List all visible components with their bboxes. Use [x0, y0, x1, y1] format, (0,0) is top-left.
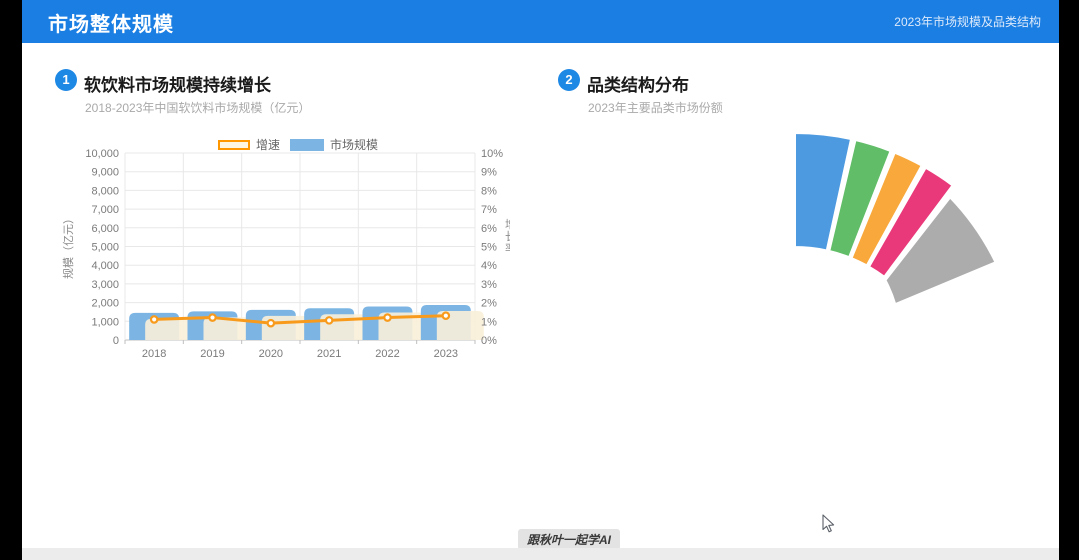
section-1-badge: 1 [55, 69, 77, 91]
svg-text:6%: 6% [481, 223, 497, 235]
svg-text:增长率: 增长率 [505, 217, 510, 255]
svg-text:2,000: 2,000 [91, 298, 119, 310]
svg-text:2021: 2021 [317, 348, 341, 360]
svg-text:0%: 0% [481, 335, 497, 347]
svg-text:10,000: 10,000 [85, 148, 119, 160]
svg-text:规模（亿元）: 规模（亿元） [61, 213, 75, 279]
svg-text:0: 0 [113, 335, 119, 347]
svg-text:2023: 2023 [434, 348, 458, 360]
svg-text:9,000: 9,000 [91, 167, 119, 179]
svg-text:4,000: 4,000 [91, 260, 119, 272]
slide: 市场整体规模 2023年市场规模及品类结构 1 软饮料市场规模持续增长 2018… [22, 0, 1059, 560]
svg-text:5,000: 5,000 [91, 242, 119, 254]
svg-text:10%: 10% [481, 148, 503, 160]
svg-text:9%: 9% [481, 167, 497, 179]
svg-text:8%: 8% [481, 185, 497, 197]
svg-text:3,000: 3,000 [91, 279, 119, 291]
section-2-badge: 2 [558, 69, 580, 91]
svg-text:4%: 4% [481, 260, 497, 272]
bottom-strip [22, 548, 1059, 560]
header-subtitle: 2023年市场规模及品类结构 [894, 13, 1041, 30]
svg-text:2019: 2019 [200, 348, 224, 360]
watermark-badge: 跟秋叶一起学AI [518, 529, 620, 550]
svg-text:2020: 2020 [259, 348, 283, 360]
section-2-title: 品类结构分布 [587, 71, 689, 96]
page-title: 市场整体规模 [48, 8, 174, 37]
svg-text:8,000: 8,000 [91, 185, 119, 197]
svg-text:2018: 2018 [142, 348, 166, 360]
svg-text:7%: 7% [481, 204, 497, 216]
section-1-subtitle: 2018-2023年中国软饮料市场规模（亿元） [85, 99, 310, 116]
market-size-bar-line-chart[interactable]: 0 0% 1,000 1% 2,000 2% 3,000 3% 4,000 4% 5,000 5% 6,… [60, 128, 510, 363]
svg-text:6,000: 6,000 [91, 223, 119, 235]
svg-text:2%: 2% [481, 298, 497, 310]
svg-text:2022: 2022 [375, 348, 399, 360]
svg-text:5%: 5% [481, 242, 497, 254]
section-2-subtitle: 2023年主要品类市场份额 [588, 99, 723, 116]
svg-text:1,000: 1,000 [91, 316, 119, 328]
section-1-title: 软饮料市场规模持续增长 [84, 71, 271, 96]
category-share-pie-chart[interactable] [740, 100, 1040, 362]
mouse-cursor [821, 514, 837, 534]
slide-header: 市场整体规模 2023年市场规模及品类结构 [22, 0, 1059, 43]
svg-text:3%: 3% [481, 279, 497, 291]
svg-text:1%: 1% [481, 316, 497, 328]
screen: { "header": { "title": "市场整体规模", "right_… [0, 0, 1079, 560]
svg-text:7,000: 7,000 [91, 204, 119, 216]
